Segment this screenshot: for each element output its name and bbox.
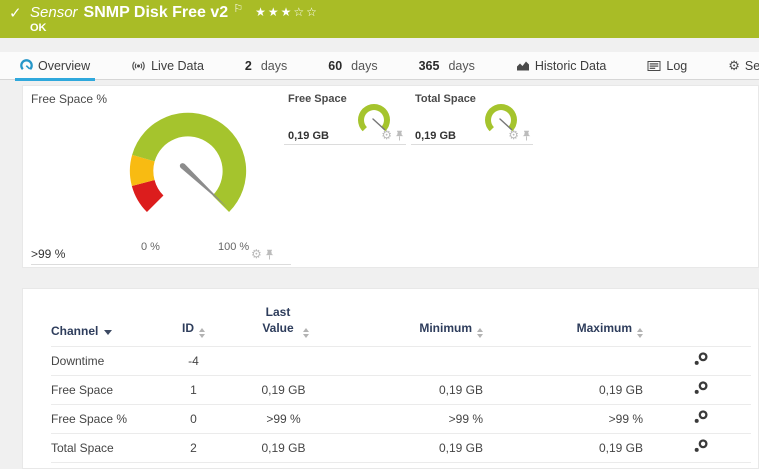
area-chart-icon bbox=[516, 60, 530, 71]
table-header-row: Channel ID Last Value Minimum Maximum bbox=[51, 305, 751, 346]
total-space-gauge-panel: Total Space 0,19 GB ⚙ bbox=[411, 86, 533, 145]
tab-settings[interactable]: ⚙ Settings bbox=[728, 52, 759, 80]
panel-divider bbox=[31, 264, 291, 265]
channel-settings-gears-icon[interactable] bbox=[693, 439, 709, 453]
sensor-status-badge: OK bbox=[30, 22, 47, 34]
gauge-title: Free Space % bbox=[31, 92, 108, 106]
free-space-percent-gauge bbox=[129, 112, 247, 212]
tab-365-days[interactable]: 365 days bbox=[419, 52, 475, 80]
tab-number: 2 bbox=[244, 58, 252, 73]
panel-settings-gear-icon[interactable]: ⚙ bbox=[251, 248, 262, 260]
status-ok-check-icon: ✓ bbox=[9, 5, 22, 22]
column-header-last-value[interactable]: Last Value bbox=[226, 305, 341, 346]
channel-id-cell: 0 bbox=[161, 403, 226, 434]
channel-maximum-cell: 0,19 GB bbox=[521, 432, 681, 463]
pin-icon[interactable] bbox=[522, 130, 531, 141]
channel-last-value-cell: 0,19 GB bbox=[226, 374, 341, 405]
channel-id-cell: -4 bbox=[161, 345, 226, 376]
channel-name-cell: Free Space bbox=[51, 374, 161, 405]
free-space-percent-gauge-panel: Free Space % 0 % 100 % >99 % ⚙ bbox=[23, 86, 291, 267]
channel-table-card: Channel ID Last Value Minimum Maximum Do… bbox=[22, 288, 759, 469]
channel-settings-gears-icon[interactable] bbox=[693, 352, 709, 366]
channel-row[interactable]: Free Space % 0 >99 % >99 % >99 % bbox=[51, 403, 751, 434]
channel-id-cell: 2 bbox=[161, 432, 226, 463]
channel-settings-gears-icon[interactable] bbox=[693, 381, 709, 395]
gauge-scale-max-label: 100 % bbox=[218, 241, 250, 253]
channel-minimum-cell: 0,19 GB bbox=[341, 374, 521, 405]
gauge-current-value: 0,19 GB bbox=[288, 130, 329, 142]
channel-maximum-cell bbox=[521, 345, 681, 376]
panel-tools: ⚙ bbox=[251, 248, 274, 260]
channel-name-cell: Free Space % bbox=[51, 403, 161, 434]
sensor-title: SNMP Disk Free v2 bbox=[83, 4, 229, 21]
tab-60-days[interactable]: 60 days bbox=[328, 52, 377, 80]
channel-id-cell: 1 bbox=[161, 374, 226, 405]
pin-icon[interactable] bbox=[395, 130, 404, 141]
gauge-current-value: 0,19 GB bbox=[415, 130, 456, 142]
channel-minimum-cell: >99 % bbox=[341, 403, 521, 434]
tab-2-days[interactable]: 2 days bbox=[245, 52, 287, 80]
panel-settings-gear-icon[interactable]: ⚙ bbox=[381, 129, 392, 141]
gauge-title: Total Space bbox=[415, 93, 476, 105]
pin-icon[interactable] bbox=[265, 249, 274, 260]
tab-label: Live Data bbox=[151, 58, 204, 73]
sensor-header: ✓ Sensor SNMP Disk Free v2 ⚐ ★★★☆☆ OK bbox=[0, 0, 759, 38]
gauges-card: Free Space % 0 % 100 % >99 % ⚙ Free Spac… bbox=[22, 85, 759, 268]
panel-tools: ⚙ bbox=[381, 129, 404, 141]
tab-live-data[interactable]: Live Data bbox=[131, 52, 204, 80]
gauge-scale-min-label: 0 % bbox=[141, 241, 160, 253]
sort-icon bbox=[637, 327, 643, 338]
gear-icon: ⚙ bbox=[728, 58, 740, 73]
tab-historic-data[interactable]: Historic Data bbox=[516, 52, 607, 80]
channel-maximum-cell: >99 % bbox=[521, 403, 681, 434]
tab-label: Log bbox=[666, 58, 688, 73]
sort-desc-icon bbox=[104, 329, 113, 335]
tab-number: 60 bbox=[328, 58, 343, 73]
channel-row[interactable]: Downtime -4 bbox=[51, 345, 751, 376]
free-space-gauge-panel: Free Space 0,19 GB ⚙ bbox=[284, 86, 406, 145]
live-signal-icon bbox=[131, 60, 146, 72]
tab-label: days bbox=[260, 58, 288, 73]
flag-icon[interactable]: ⚐ bbox=[233, 2, 243, 15]
channel-settings-gears-icon[interactable] bbox=[693, 410, 709, 424]
panel-settings-gear-icon[interactable]: ⚙ bbox=[508, 129, 519, 141]
channel-row[interactable]: Total Space 2 0,19 GB 0,19 GB 0,19 GB bbox=[51, 432, 751, 463]
panel-tools: ⚙ bbox=[508, 129, 531, 141]
channel-last-value-cell bbox=[226, 345, 341, 376]
channel-minimum-cell: 0,19 GB bbox=[341, 432, 521, 463]
tab-number: 365 bbox=[418, 58, 440, 73]
channel-table-body: Downtime -4 Free Space 1 0,19 GB 0,19 GB… bbox=[51, 345, 751, 463]
channel-minimum-cell bbox=[341, 345, 521, 376]
channel-name-cell: Downtime bbox=[51, 345, 161, 376]
sort-icon bbox=[477, 327, 483, 338]
channel-table: Channel ID Last Value Minimum Maximum Do… bbox=[51, 305, 751, 463]
channel-last-value-cell: 0,19 GB bbox=[226, 432, 341, 463]
column-header-maximum[interactable]: Maximum bbox=[521, 305, 681, 346]
channel-name-cell: Total Space bbox=[51, 432, 161, 463]
sort-icon bbox=[199, 327, 205, 338]
column-header-minimum[interactable]: Minimum bbox=[341, 305, 521, 346]
tab-label: Historic Data bbox=[534, 58, 607, 73]
channel-last-value-cell: >99 % bbox=[226, 403, 341, 434]
log-list-icon bbox=[647, 60, 661, 71]
gauge-icon bbox=[20, 59, 33, 72]
sort-icon bbox=[303, 327, 309, 338]
channel-maximum-cell: 0,19 GB bbox=[521, 374, 681, 405]
column-header-channel[interactable]: Channel bbox=[51, 305, 161, 346]
sensor-kind-label: Sensor bbox=[30, 4, 78, 21]
gauge-title: Free Space bbox=[288, 93, 347, 105]
tab-label: days bbox=[448, 58, 475, 73]
tab-label: days bbox=[351, 58, 378, 73]
tab-label: Settings bbox=[744, 58, 759, 73]
gauge-current-value: >99 % bbox=[31, 247, 66, 261]
tab-overview[interactable]: Overview bbox=[14, 52, 96, 81]
channel-row[interactable]: Free Space 1 0,19 GB 0,19 GB 0,19 GB bbox=[51, 374, 751, 405]
prtg-sensor-page: { "header": { "kind_label": "Sensor", "t… bbox=[0, 0, 759, 469]
tab-label: Overview bbox=[38, 58, 91, 73]
star-rating[interactable]: ★★★☆☆ bbox=[255, 5, 319, 19]
column-header-id[interactable]: ID bbox=[161, 305, 226, 346]
tab-bar: Overview Live Data 2 days 60 days 365 da… bbox=[0, 52, 759, 81]
tab-log[interactable]: Log bbox=[647, 52, 687, 80]
column-header-actions bbox=[681, 305, 751, 346]
